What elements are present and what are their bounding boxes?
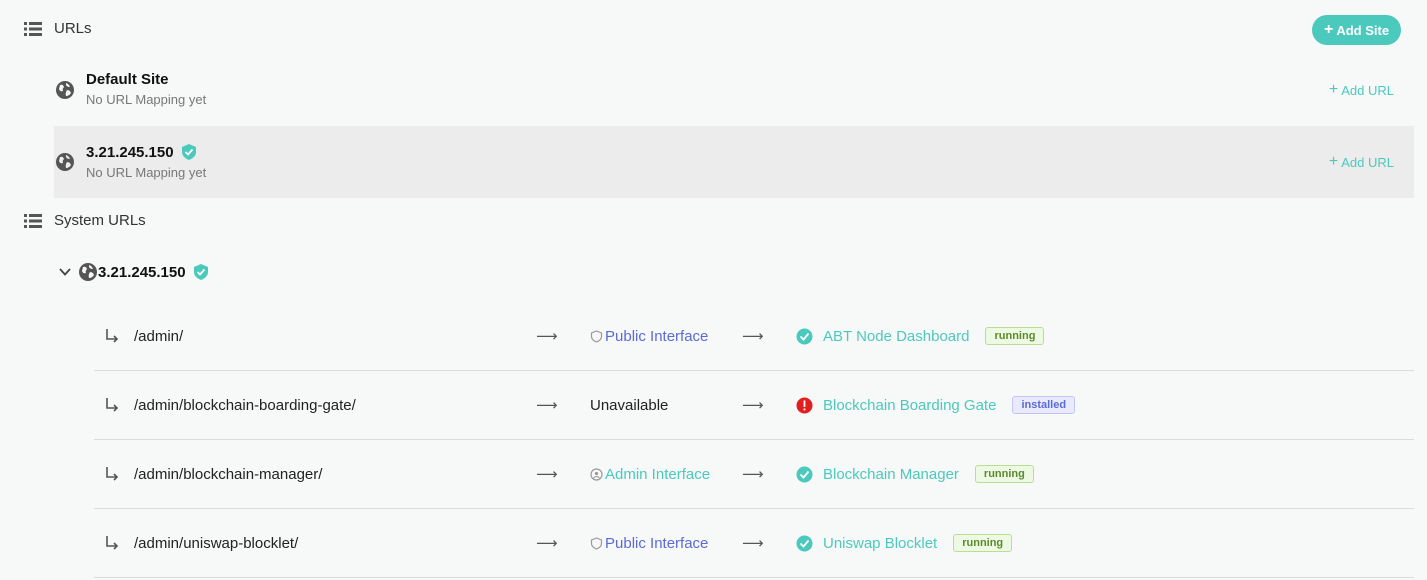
- check-circle-icon: [796, 328, 813, 344]
- status-badge: installed: [1012, 396, 1076, 414]
- add-site-button[interactable]: + Add Site: [1312, 15, 1402, 45]
- site-subtitle: No URL Mapping yet: [86, 92, 207, 107]
- globe-icon: [56, 81, 74, 99]
- system-urls-section-header: System URLs: [24, 212, 146, 229]
- list-icon: [24, 21, 42, 36]
- add-url-label: Add URL: [1341, 154, 1394, 170]
- interface-link[interactable]: Public Interface: [590, 509, 708, 577]
- plus-icon: +: [1324, 21, 1334, 38]
- mapping-path[interactable]: /admin/blockchain-manager/: [134, 440, 322, 508]
- add-url-label: Add URL: [1341, 82, 1394, 98]
- subdirectory-arrow-icon: [106, 467, 119, 481]
- interface-label: Public Interface: [605, 534, 709, 552]
- app-link[interactable]: Uniswap Blocklet: [823, 535, 937, 552]
- shield-icon: [590, 329, 603, 343]
- check-circle-icon: [796, 535, 813, 551]
- verified-shield-icon: [193, 264, 208, 280]
- admin-icon: [590, 467, 603, 481]
- verified-shield-icon: [181, 144, 196, 160]
- add-url-button[interactable]: + Add URL: [1329, 81, 1394, 99]
- urls-section-title: URLs: [54, 20, 92, 37]
- arrow-right-icon: ⟶: [536, 535, 557, 552]
- arrow-right-icon: ⟶: [536, 466, 557, 483]
- system-site-header[interactable]: 3.21.245.150: [58, 262, 210, 282]
- app-link[interactable]: ABT Node Dashboard: [823, 328, 969, 345]
- arrow-right-icon: ⟶: [742, 535, 763, 552]
- site-row-ip: 3.21.245.150 No URL Mapping yet + Add UR…: [54, 126, 1414, 198]
- mapping-row: /admin/uniswap-blocklet/ ⟶ Public Interf…: [94, 509, 1414, 578]
- system-urls-title: System URLs: [54, 212, 146, 229]
- app-link[interactable]: Blockchain Boarding Gate: [823, 397, 996, 414]
- site-row-default: Default Site No URL Mapping yet + Add UR…: [54, 54, 1414, 126]
- interface-label: Unavailable: [590, 396, 669, 414]
- site-name: Default Site: [86, 71, 169, 88]
- arrow-right-icon: ⟶: [742, 328, 763, 345]
- urls-section-header: URLs: [24, 20, 92, 37]
- interface-link[interactable]: Public Interface: [590, 302, 708, 370]
- system-site-name: 3.21.245.150: [98, 263, 186, 281]
- subdirectory-arrow-icon: [106, 329, 119, 343]
- globe-icon: [79, 263, 97, 281]
- arrow-right-icon: ⟶: [536, 328, 557, 345]
- status-badge: running: [953, 534, 1013, 552]
- mapping-row: /admin/blockchain-boarding-gate/ ⟶ Unava…: [94, 371, 1414, 440]
- shield-icon: [590, 536, 603, 550]
- interface-link[interactable]: Admin Interface: [590, 440, 710, 508]
- interface-label: Public Interface: [605, 327, 709, 345]
- mapping-path[interactable]: /admin/blockchain-boarding-gate/: [134, 371, 356, 439]
- subdirectory-arrow-icon: [106, 398, 119, 412]
- arrow-right-icon: ⟶: [742, 466, 763, 483]
- site-name: 3.21.245.150: [86, 143, 174, 161]
- app-link[interactable]: Blockchain Manager: [823, 466, 959, 483]
- mapping-row: /admin/ ⟶ Public Interface ⟶ ABT Node Da…: [94, 302, 1414, 371]
- interface-label: Admin Interface: [605, 465, 711, 483]
- chevron-down-icon[interactable]: [58, 265, 72, 279]
- status-badge: running: [974, 465, 1034, 483]
- check-circle-icon: [796, 466, 813, 482]
- mapping-row: /admin/blockchain-manager/ ⟶ Admin Inter…: [94, 440, 1414, 509]
- subdirectory-arrow-icon: [106, 536, 119, 550]
- add-url-button[interactable]: + Add URL: [1329, 153, 1394, 171]
- plus-icon: +: [1328, 81, 1339, 98]
- mapping-path[interactable]: /admin/: [134, 302, 183, 370]
- site-subtitle: No URL Mapping yet: [86, 165, 207, 180]
- arrow-right-icon: ⟶: [742, 397, 763, 414]
- mapping-path[interactable]: /admin/uniswap-blocklet/: [134, 509, 298, 577]
- globe-icon: [56, 153, 74, 171]
- list-icon: [24, 213, 42, 228]
- error-icon: [796, 397, 813, 413]
- status-badge: running: [985, 327, 1045, 345]
- add-site-label: Add Site: [1336, 22, 1390, 38]
- plus-icon: +: [1328, 153, 1339, 170]
- arrow-right-icon: ⟶: [536, 397, 557, 414]
